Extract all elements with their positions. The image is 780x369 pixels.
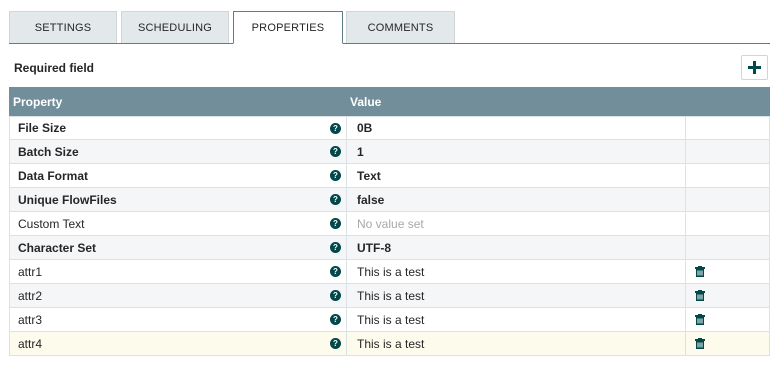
property-value[interactable]: This is a test [357,265,424,279]
tab-scheduling[interactable]: SCHEDULING [121,11,229,43]
column-divider [685,284,686,307]
table-row[interactable]: attr1? This is a test [9,260,770,284]
property-value[interactable]: UTF-8 [357,241,391,255]
property-name: Data Format [18,168,89,183]
column-divider [685,164,686,187]
table-row[interactable]: Unique FlowFiles? false [9,188,770,212]
column-divider [346,117,347,139]
property-value[interactable]: 1 [357,145,364,159]
column-header-value[interactable]: Value [350,95,381,109]
column-divider [685,236,686,259]
row-border-right [769,332,770,355]
help-circle-icon[interactable]: ? [330,290,341,301]
property-name: attr4 [18,336,43,351]
column-divider [685,332,686,355]
row-border-left [9,308,10,331]
property-value[interactable]: This is a test [357,313,424,327]
column-divider [685,188,686,211]
table-row[interactable]: attr3? This is a test [9,308,770,332]
row-border-left [9,260,10,283]
table-row[interactable]: Batch Size? 1 [9,140,770,164]
row-border-left [9,188,10,211]
table-body: File Size? 0B Batch Size? 1 Data Format? Text… [9,116,770,356]
column-divider [685,212,686,235]
row-border-left [9,164,10,187]
column-divider [346,260,347,283]
column-divider [346,332,347,355]
table-row[interactable]: attr4? This is a test [9,332,770,356]
column-divider [346,164,347,187]
property-name: attr3 [18,312,43,327]
property-name: Unique FlowFiles [18,192,117,207]
column-divider [346,140,347,163]
column-divider [346,212,347,235]
property-value[interactable]: This is a test [357,289,424,303]
property-name: attr2 [18,288,43,303]
help-circle-icon[interactable]: ? [330,338,341,349]
help-circle-icon[interactable]: ? [330,266,341,277]
help-circle-icon[interactable]: ? [330,170,341,181]
property-value[interactable]: 0B [357,121,372,135]
table-row[interactable]: Data Format? Text [9,164,770,188]
property-name: File Size [18,121,67,135]
trash-icon[interactable] [695,266,705,277]
row-border-right [769,188,770,211]
properties-table: Property Value File Size? 0B Batch Size? 1 D… [9,87,770,356]
column-divider [346,236,347,259]
column-divider [685,260,686,283]
help-circle-icon[interactable]: ? [330,218,341,229]
row-border-left [9,332,10,355]
tab-settings[interactable]: SETTINGS [9,11,117,43]
help-circle-icon[interactable]: ? [330,242,341,253]
column-header-property[interactable]: Property [13,95,62,109]
trash-icon[interactable] [695,290,705,301]
property-value[interactable]: Text [357,169,381,183]
row-border-left [9,117,10,139]
property-value[interactable]: false [357,193,384,207]
trash-icon[interactable] [695,314,705,325]
column-divider [346,284,347,307]
help-circle-icon[interactable]: ? [330,194,341,205]
row-border-right [769,308,770,331]
table-row[interactable]: Custom Text? No value set [9,212,770,236]
row-border-left [9,284,10,307]
row-border-right [769,212,770,235]
table-row[interactable]: Character Set? UTF-8 [9,236,770,260]
row-border-right [769,117,770,139]
property-name: Batch Size [18,144,79,159]
property-name: attr1 [18,264,43,279]
property-value[interactable]: This is a test [357,337,424,351]
row-border-right [769,236,770,259]
column-divider [685,140,686,163]
help-circle-icon[interactable]: ? [330,146,341,157]
help-circle-icon[interactable]: ? [330,314,341,325]
property-name: Character Set [18,240,97,255]
row-border-right [769,140,770,163]
help-circle-icon[interactable]: ? [330,123,341,134]
property-value[interactable]: No value set [357,217,424,231]
property-name: Custom Text [18,216,85,231]
column-divider [685,308,686,331]
row-border-right [769,284,770,307]
column-divider [685,117,686,139]
tab-comments[interactable]: COMMENTS [346,11,455,43]
row-border-right [769,260,770,283]
row-border-right [769,164,770,187]
column-divider [346,308,347,331]
trash-icon[interactable] [695,338,705,349]
add-property-button[interactable] [741,55,768,80]
table-row[interactable]: attr2? This is a test [9,284,770,308]
table-header: Property Value [9,87,770,116]
row-border-left [9,212,10,235]
tab-properties[interactable]: PROPERTIES [233,11,343,44]
table-row[interactable]: File Size? 0B [9,116,770,140]
plus-icon [748,61,761,74]
row-border-left [9,236,10,259]
column-divider [346,188,347,211]
required-field-label: Required field [14,61,95,75]
row-border-left [9,140,10,163]
tab-bar: SETTINGS SCHEDULING PROPERTIES COMMENTS [9,11,770,44]
